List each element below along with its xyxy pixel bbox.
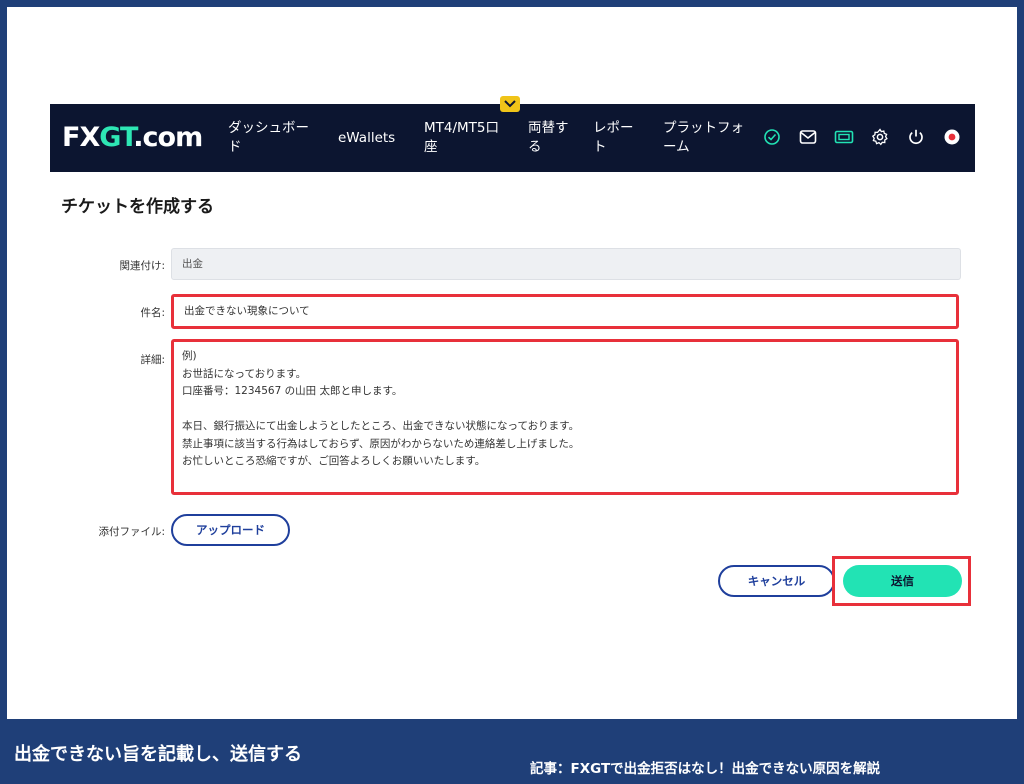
related-field: 出金 (171, 248, 961, 280)
check-circle-icon[interactable] (761, 126, 783, 148)
fxgt-logo[interactable]: FXGT.com (62, 122, 203, 154)
logo-prefix: FX (62, 122, 100, 153)
cancel-button[interactable]: キャンセル (718, 565, 835, 597)
send-button[interactable]: 送信 (843, 565, 962, 597)
subject-label: 件名: (140, 307, 165, 319)
caption-article-link: 記事：FXGTで出金拒否はなし！出金できない原因を解説 (530, 761, 881, 777)
chevron-down-icon (504, 100, 516, 108)
attachment-label: 添付ファイル: (98, 526, 165, 538)
nav-item-mt4-mt5-accounts[interactable]: MT4/MT5口 座 (424, 119, 499, 157)
related-label: 関連付け: (119, 260, 165, 272)
nav-item-ewallets[interactable]: eWallets (338, 129, 395, 148)
detail-label: 詳細: (140, 354, 165, 366)
ticket-icon[interactable] (833, 126, 855, 148)
page-title: チケットを作成する (61, 197, 214, 217)
nav-item-reports[interactable]: レポー ト (593, 119, 634, 157)
nav-dropdown-toggle[interactable] (500, 96, 520, 112)
top-navbar: FXGT.com ダッシュボー ド eWallets MT4/MT5口 座 両替… (50, 96, 975, 172)
nav-item-platform[interactable]: プラットフォ ーム (663, 119, 744, 157)
caption-main: 出金できない旨を記載し、送信する (14, 744, 302, 765)
logo-accent: GT (99, 122, 134, 153)
nav-item-dashboard[interactable]: ダッシュボー ド (228, 119, 309, 157)
subject-input[interactable]: 出金できない現象について (171, 294, 959, 329)
nav-icon-group (761, 126, 963, 148)
nav-item-exchange[interactable]: 両替す る (528, 119, 569, 157)
logo-suffix: .com (133, 122, 203, 153)
flag-japan-icon[interactable] (941, 126, 963, 148)
power-icon[interactable] (905, 126, 927, 148)
mail-icon[interactable] (797, 126, 819, 148)
detail-textarea[interactable]: 例) お世話になっております。 口座番号：1234567 の山田 太郎と申します… (171, 339, 959, 495)
gear-icon[interactable] (869, 126, 891, 148)
upload-button[interactable]: アップロード (171, 514, 290, 546)
